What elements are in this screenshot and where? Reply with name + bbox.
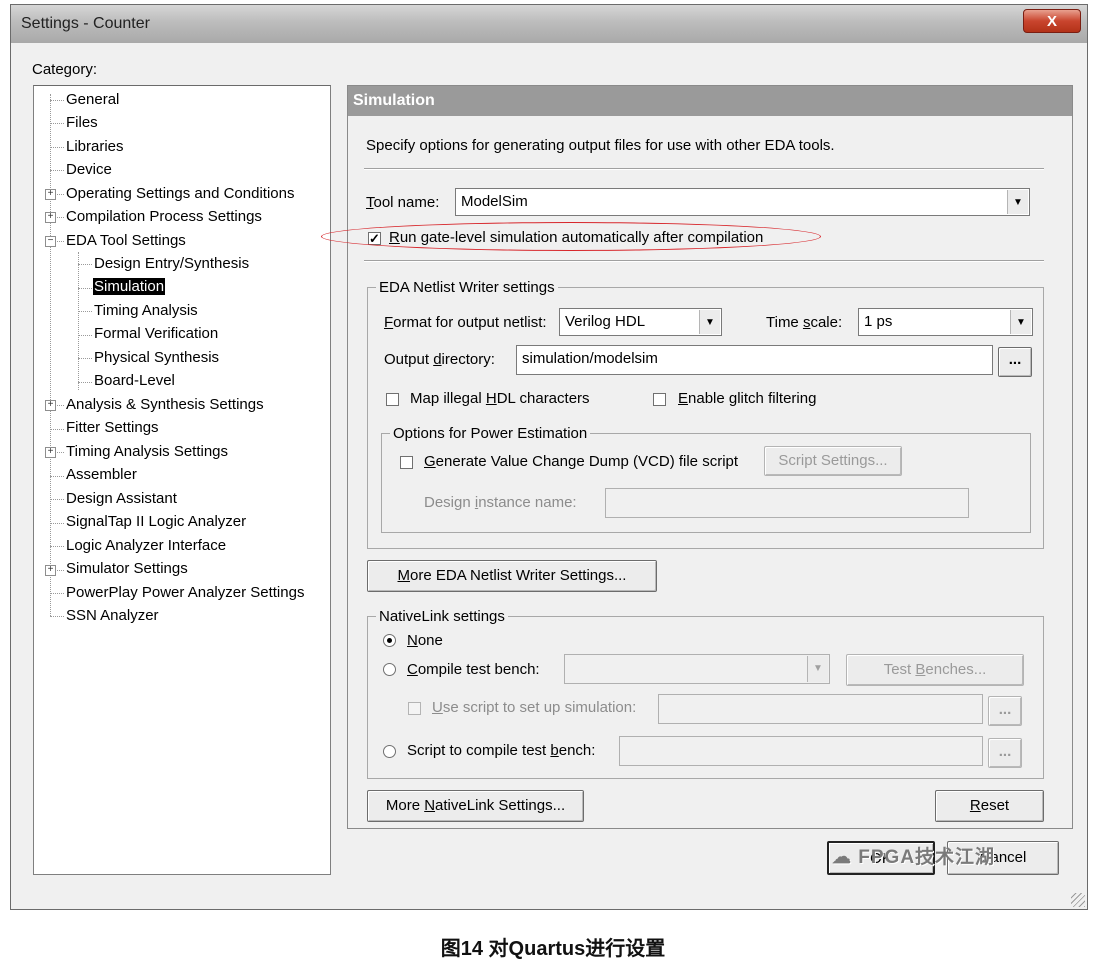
nativelink-none-radio[interactable] <box>383 634 396 647</box>
netlist-writer-group-label: EDA Netlist Writer settings <box>376 279 558 296</box>
title-bar[interactable]: Settings - Counter X <box>11 5 1087 43</box>
script-compile-browse-button[interactable]: ... <box>988 738 1022 768</box>
tree-item-device[interactable]: Device <box>66 161 112 178</box>
tree-item-general[interactable]: General <box>66 91 119 108</box>
tree-item-simulation[interactable]: Simulation <box>93 278 166 295</box>
use-script-label: Use script to set up simulation: <box>432 699 637 716</box>
format-dropdown[interactable]: Verilog HDL ▼ <box>559 308 722 336</box>
tree-item-powerplay[interactable]: PowerPlay Power Analyzer Settings <box>66 584 304 601</box>
more-nativelink-settings-button[interactable]: More NativeLink Settings... <box>367 790 584 822</box>
map-illegal-hdl-checkbox[interactable] <box>386 393 399 406</box>
timescale-label: Time scale: <box>766 314 843 331</box>
wechat-icon: ☁ <box>832 847 859 868</box>
simulation-pane: Simulation Specify options for generatin… <box>347 85 1073 829</box>
nativelink-none-label: None <box>407 632 443 649</box>
script-compile-test-bench-input[interactable] <box>619 736 983 766</box>
compile-test-bench-dropdown[interactable]: ▼ <box>564 654 830 684</box>
script-compile-test-bench-label: Script to compile test bench: <box>407 742 596 759</box>
use-script-input[interactable] <box>658 694 983 724</box>
pane-header: Simulation <box>348 86 1072 116</box>
expand-icon[interactable]: + <box>45 447 56 458</box>
generate-vcd-checkbox[interactable] <box>400 456 413 469</box>
tree-item-simulator-settings[interactable]: Simulator Settings <box>66 560 188 577</box>
timescale-dropdown[interactable]: 1 ps ▼ <box>858 308 1033 336</box>
settings-window: Settings - Counter X Category: General F… <box>10 4 1088 910</box>
design-instance-input[interactable] <box>605 488 969 518</box>
output-directory-browse-button[interactable]: ... <box>998 347 1032 377</box>
expand-icon[interactable]: + <box>45 565 56 576</box>
description-text: Specify options for generating output fi… <box>366 137 835 154</box>
collapse-icon[interactable]: − <box>45 236 56 247</box>
more-eda-netlist-settings-button[interactable]: More EDA Netlist Writer Settings... <box>367 560 657 592</box>
format-label: Format for output netlist: <box>384 314 547 331</box>
chevron-down-icon: ▼ <box>699 310 720 334</box>
output-directory-label: Output directory: <box>384 351 495 368</box>
test-benches-button[interactable]: Test Benches... <box>846 654 1024 686</box>
output-directory-input[interactable]: simulation/modelsim <box>516 345 993 375</box>
tree-item-timing-analysis[interactable]: Timing Analysis <box>94 302 198 319</box>
enable-glitch-filtering-checkbox[interactable] <box>653 393 666 406</box>
power-estimation-group <box>381 433 1031 533</box>
tree-item-fitter-settings[interactable]: Fitter Settings <box>66 419 159 436</box>
tree-item-files[interactable]: Files <box>66 114 98 131</box>
figure-caption: 图14 对Quartus进行设置 <box>440 938 666 960</box>
window-title: Settings - Counter <box>21 15 150 32</box>
use-script-browse-button[interactable]: ... <box>988 696 1022 726</box>
compile-test-bench-radio[interactable] <box>383 663 396 676</box>
close-button[interactable]: X <box>1023 9 1081 33</box>
category-tree[interactable]: General Files Libraries Device + Operati… <box>33 85 331 875</box>
design-instance-label: Design nstance name:instance name: <box>424 494 577 511</box>
chevron-down-icon: ▼ <box>1010 310 1031 334</box>
script-settings-button[interactable]: Script Settings... <box>764 446 902 476</box>
tree-item-logic-analyzer-interface[interactable]: Logic Analyzer Interface <box>66 537 226 554</box>
expand-icon[interactable]: + <box>45 400 56 411</box>
tree-item-operating-settings[interactable]: Operating Settings and Conditions <box>66 185 294 202</box>
tree-item-compilation-process[interactable]: Compilation Process Settings <box>66 208 262 225</box>
tool-name-label: Tool name: <box>366 194 440 211</box>
tree-item-analysis-synthesis[interactable]: Analysis & Synthesis Settings <box>66 396 264 413</box>
use-script-checkbox[interactable] <box>408 702 421 715</box>
tree-item-ssn-analyzer[interactable]: SSN Analyzer <box>66 607 159 624</box>
annotation-ellipse <box>321 222 821 251</box>
script-compile-test-bench-radio[interactable] <box>383 745 396 758</box>
tree-item-physical-synthesis[interactable]: Physical Synthesis <box>94 349 219 366</box>
power-estimation-group-label: Options for Power Estimation <box>390 425 591 442</box>
reset-button[interactable]: Reset <box>935 790 1044 822</box>
chevron-down-icon: ▼ <box>807 656 828 682</box>
tree-item-signaltap[interactable]: SignalTap II Logic Analyzer <box>66 513 246 530</box>
expand-icon[interactable]: + <box>45 189 56 200</box>
watermark: ☁ FPGA技术江湖 <box>832 847 996 868</box>
expand-icon[interactable]: + <box>45 212 56 223</box>
resize-grip[interactable] <box>1071 893 1085 907</box>
enable-glitch-filtering-label: Enable glitch filtering <box>678 390 817 407</box>
tree-item-design-entry[interactable]: Design Entry/Synthesis <box>94 255 249 272</box>
map-illegal-hdl-label: Map illegal HDL characters <box>410 390 590 407</box>
tool-name-dropdown[interactable]: ModelSim ▼ <box>455 188 1030 216</box>
tree-item-libraries[interactable]: Libraries <box>66 138 124 155</box>
chevron-down-icon: ▼ <box>1007 190 1028 214</box>
tree-item-formal-verification[interactable]: Formal Verification <box>94 325 218 342</box>
category-label: Category: <box>32 61 98 78</box>
tree-item-board-level[interactable]: Board-Level <box>94 372 175 389</box>
compile-test-bench-label: Compile test bench: <box>407 661 540 678</box>
tree-item-eda-tool-settings[interactable]: EDA Tool Settings <box>66 232 186 249</box>
tree-item-timing-analysis-settings[interactable]: Timing Analysis Settings <box>66 443 228 460</box>
tree-item-assembler[interactable]: Assembler <box>66 466 137 483</box>
tree-item-design-assistant[interactable]: Design Assistant <box>66 490 177 507</box>
nativelink-group-label: NativeLink settings <box>376 608 508 625</box>
generate-vcd-label: Generate Value Change Dump (VCD) file sc… <box>424 453 739 470</box>
